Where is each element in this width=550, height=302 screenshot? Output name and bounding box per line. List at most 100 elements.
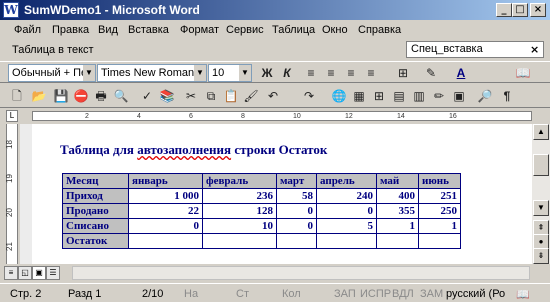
- outline-view-icon[interactable]: ☰: [46, 266, 60, 280]
- close-button[interactable]: ×: [530, 3, 546, 17]
- status-rec[interactable]: ЗАП: [334, 288, 356, 300]
- table-cell[interactable]: 0: [276, 203, 317, 219]
- insert-table-icon[interactable]: ⊞: [370, 87, 388, 105]
- permission-icon[interactable]: ⛔: [72, 87, 90, 105]
- menu-file[interactable]: Файл: [14, 24, 41, 36]
- maximize-button[interactable]: □: [512, 3, 528, 17]
- save-icon[interactable]: 💾: [52, 87, 70, 105]
- table-cell[interactable]: 240: [316, 188, 377, 204]
- table-to-text-button[interactable]: Таблица в текст: [12, 44, 94, 56]
- row-label[interactable]: Остаток: [62, 233, 129, 249]
- table-cell[interactable]: 355: [376, 203, 419, 219]
- borders-icon[interactable]: ⊞: [394, 64, 412, 82]
- table-cell[interactable]: 128: [202, 203, 277, 219]
- chevron-down-icon[interactable]: ▼: [83, 65, 95, 81]
- menu-table[interactable]: Таблица: [272, 24, 315, 36]
- align-center-icon[interactable]: ≡: [322, 64, 340, 82]
- header-cell[interactable]: май: [376, 173, 419, 189]
- table-cell[interactable]: 251: [418, 188, 461, 204]
- table-cell[interactable]: 1: [418, 218, 461, 234]
- header-cell[interactable]: Месяц: [62, 173, 129, 189]
- scroll-thumb[interactable]: [533, 154, 549, 176]
- menu-insert[interactable]: Вставка: [128, 24, 169, 36]
- spelling-status-icon[interactable]: 📖: [516, 288, 530, 301]
- table-cell[interactable]: [316, 233, 377, 249]
- chevron-down-icon[interactable]: ▼: [194, 65, 206, 81]
- table-cell[interactable]: 0: [276, 218, 317, 234]
- normal-view-icon[interactable]: ≡: [4, 266, 18, 280]
- drawing-icon[interactable]: ✏: [430, 87, 448, 105]
- align-right-icon[interactable]: ≡: [342, 64, 360, 82]
- table-cell[interactable]: [376, 233, 419, 249]
- minimize-button[interactable]: _: [496, 3, 512, 17]
- copy-icon[interactable]: ⧉: [202, 87, 220, 105]
- table-cell[interactable]: [202, 233, 277, 249]
- vertical-ruler[interactable]: 18 19 20 21: [0, 124, 20, 264]
- row-label[interactable]: Приход: [62, 188, 129, 204]
- font-color-icon[interactable]: A: [452, 64, 470, 82]
- redo-icon[interactable]: ↷: [300, 87, 318, 105]
- document-page[interactable]: Таблица для автозаполнения строки Остато…: [32, 124, 532, 264]
- header-cell[interactable]: январь: [128, 173, 203, 189]
- menu-edit[interactable]: Правка: [52, 24, 89, 36]
- bold-button[interactable]: Ж: [258, 64, 276, 82]
- font-size-select[interactable]: 10 ▼: [208, 64, 252, 82]
- align-left-icon[interactable]: ≡: [302, 64, 320, 82]
- spelling-icon[interactable]: ✓: [138, 87, 156, 105]
- web-view-icon[interactable]: ◱: [18, 266, 32, 280]
- table-cell[interactable]: [418, 233, 461, 249]
- table-cell[interactable]: 236: [202, 188, 277, 204]
- scroll-down-icon[interactable]: ▼: [533, 200, 549, 216]
- close-icon[interactable]: ×: [530, 43, 539, 56]
- undo-icon[interactable]: ↶: [264, 87, 282, 105]
- status-trk[interactable]: ИСПР: [360, 288, 391, 300]
- table-cell[interactable]: 58: [276, 188, 317, 204]
- horizontal-ruler[interactable]: L 2 4 6 8 10 12 14 16: [0, 108, 550, 124]
- row-label[interactable]: Продано: [62, 203, 129, 219]
- menu-format[interactable]: Формат: [180, 24, 219, 36]
- zoom-icon[interactable]: 🔎: [476, 87, 494, 105]
- menu-help[interactable]: Справка: [358, 24, 401, 36]
- tables-borders-icon[interactable]: ▦: [350, 87, 368, 105]
- word-document-icon[interactable]: W: [3, 2, 19, 18]
- table-cell[interactable]: 10: [202, 218, 277, 234]
- document-map-icon[interactable]: ▣: [450, 87, 468, 105]
- chevron-down-icon[interactable]: ▼: [239, 65, 251, 81]
- italic-button[interactable]: К: [278, 64, 296, 82]
- style-select[interactable]: Обычный + Пер ▼: [8, 64, 96, 82]
- print-layout-icon[interactable]: ▣: [32, 266, 46, 280]
- table-cell[interactable]: 400: [376, 188, 419, 204]
- research-icon[interactable]: 📚: [158, 87, 176, 105]
- show-hide-icon[interactable]: ¶: [498, 87, 516, 105]
- table-cell[interactable]: 0: [316, 203, 377, 219]
- cut-icon[interactable]: ✂: [182, 87, 200, 105]
- table-cell[interactable]: 250: [418, 203, 461, 219]
- table-cell[interactable]: 0: [128, 218, 203, 234]
- new-document-icon[interactable]: 🗋: [8, 87, 26, 105]
- font-select[interactable]: Times New Roman ▼: [97, 64, 207, 82]
- format-painter-icon[interactable]: 🖌: [242, 87, 260, 105]
- table-cell[interactable]: [128, 233, 203, 249]
- document-area[interactable]: Таблица для автозаполнения строки Остато…: [20, 124, 532, 264]
- table-cell[interactable]: [276, 233, 317, 249]
- table-cell[interactable]: 1: [376, 218, 419, 234]
- horizontal-scrollbar[interactable]: [72, 266, 530, 280]
- columns-icon[interactable]: ▥: [410, 87, 428, 105]
- book-icon[interactable]: 📖: [514, 64, 532, 82]
- tab-selector[interactable]: L: [6, 110, 18, 122]
- print-icon[interactable]: 🖶: [92, 87, 110, 105]
- hyperlink-icon[interactable]: 🌐: [330, 87, 348, 105]
- highlight-icon[interactable]: ✎: [422, 64, 440, 82]
- menu-view[interactable]: Вид: [98, 24, 118, 36]
- scroll-up-icon[interactable]: ▲: [533, 124, 549, 140]
- table-cell[interactable]: 5: [316, 218, 377, 234]
- header-cell[interactable]: март: [276, 173, 317, 189]
- row-label[interactable]: Списано: [62, 218, 129, 234]
- header-cell[interactable]: апрель: [316, 173, 377, 189]
- open-folder-icon[interactable]: 📂: [30, 87, 48, 105]
- table-cell[interactable]: 22: [128, 203, 203, 219]
- misspelled-word[interactable]: автозаполнения: [137, 142, 231, 157]
- next-page-icon[interactable]: ⇟: [533, 248, 549, 264]
- header-cell[interactable]: июнь: [418, 173, 461, 189]
- justify-icon[interactable]: ≡: [362, 64, 380, 82]
